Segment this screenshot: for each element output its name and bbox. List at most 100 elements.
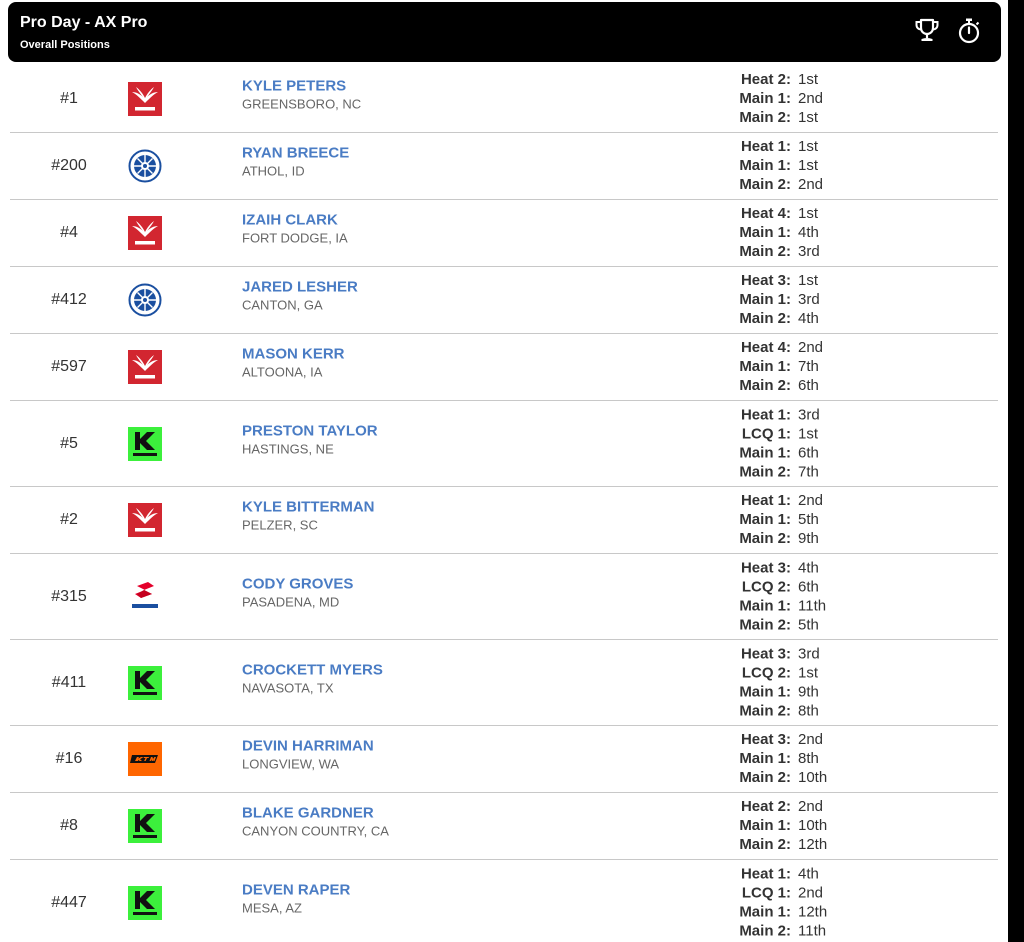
race-result-value: 2nd	[798, 884, 824, 902]
race-result: Main 1: 3rd	[700, 290, 960, 309]
race-result-label: Main 1:	[739, 817, 791, 835]
rider-name-link[interactable]: CROCKETT MYERS	[242, 661, 383, 679]
rider-name-link[interactable]: RYAN BREECE	[242, 144, 349, 162]
race-result-value: 3rd	[798, 645, 820, 663]
rider-info: DEVIN HARRIMAN LONGVIEW, WA	[242, 737, 374, 773]
table-row-12[interactable]: #447 DEVEN RAPER MESA, AZ Heat 1: 4th LCQ …	[10, 860, 998, 942]
race-result-value: 2nd	[798, 90, 824, 108]
race-result-label: Main 1:	[739, 903, 791, 921]
race-result-label: Main 1:	[739, 597, 791, 615]
race-result: Main 2: 12th	[700, 836, 960, 855]
table-row-4[interactable]: #412 JARED LESHER CANTON, GA Heat 3: 1st M…	[10, 267, 998, 334]
race-result: Main 2: 8th	[700, 702, 960, 721]
rider-name-link[interactable]: PRESTON TAYLOR	[242, 422, 378, 440]
results-list: #1 KYLE PETERS GREENSBORO, NC Heat 2: 1st…	[10, 66, 998, 942]
race-result-value: 2nd	[798, 798, 824, 816]
race-result-label: Main 2:	[739, 769, 791, 787]
race-result: Heat 1: 2nd	[700, 491, 960, 510]
race-result-value: 1st	[798, 109, 819, 127]
stopwatch-icon[interactable]	[955, 16, 983, 46]
race-result: Main 1: 6th	[700, 444, 960, 463]
rider-hometown: ALTOONA, IA	[242, 364, 323, 380]
rider-name-link[interactable]: DEVEN RAPER	[242, 881, 350, 899]
race-result-label: Heat 3:	[740, 645, 791, 663]
rider-name-link[interactable]: KYLE PETERS	[242, 77, 361, 95]
race-result-label: Main 2:	[739, 530, 791, 548]
race-result: Heat 3: 3rd	[700, 644, 960, 663]
race-result-label: Heat 1:	[740, 138, 791, 156]
rider-name-link[interactable]: BLAKE GARDNER	[242, 804, 389, 822]
race-result: Heat 3: 2nd	[700, 730, 960, 749]
rider-info: PRESTON TAYLOR HASTINGS, NE	[242, 422, 378, 458]
rider-name-link[interactable]: MASON KERR	[242, 345, 345, 363]
race-result: Main 1: 2nd	[700, 89, 960, 108]
rider-name-link[interactable]: KYLE BITTERMAN	[242, 498, 375, 516]
rider-info: CROCKETT MYERS NAVASOTA, TX	[242, 661, 383, 697]
table-row-5[interactable]: #597 MASON KERR ALTOONA, IA Heat 4: 2nd Ma…	[10, 334, 998, 401]
race-result-value: 1st	[798, 138, 819, 156]
rider-info: IZAIH CLARK FORT DODGE, IA	[242, 211, 348, 247]
rider-info: KYLE PETERS GREENSBORO, NC	[242, 77, 361, 113]
rider-hometown: CANYON COUNTRY, CA	[242, 823, 389, 839]
trophy-icon[interactable]	[913, 16, 941, 46]
race-result-label: Heat 1:	[740, 865, 791, 883]
rider-info: KYLE BITTERMAN PELZER, SC	[242, 498, 375, 534]
table-row-6[interactable]: #5 PRESTON TAYLOR HASTINGS, NE Heat 1: 3r…	[10, 401, 998, 487]
rider-name-link[interactable]: DEVIN HARRIMAN	[242, 737, 374, 755]
rider-name-link[interactable]: IZAIH CLARK	[242, 211, 348, 229]
race-result-label: Heat 1:	[740, 406, 791, 424]
race-result-label: Main 2:	[739, 310, 791, 328]
race-result-label: LCQ 1:	[741, 425, 791, 443]
race-result-value: 2nd	[798, 339, 824, 357]
race-result: Main 2: 4th	[700, 310, 960, 329]
results-page: Pro Day - AX Pro Overall Positions #1 KY…	[0, 0, 1024, 942]
rider-number: #412	[51, 291, 87, 308]
rider-name-link[interactable]: CODY GROVES	[242, 575, 353, 593]
race-result: Heat 4: 1st	[700, 204, 960, 223]
race-result-value: 9th	[798, 683, 819, 701]
table-row-1[interactable]: #1 KYLE PETERS GREENSBORO, NC Heat 2: 1st…	[10, 66, 998, 133]
table-row-7[interactable]: #2 KYLE BITTERMAN PELZER, SC Heat 1: 2nd M…	[10, 487, 998, 554]
race-result: Main 1: 12th	[700, 903, 960, 922]
table-row-9[interactable]: #411 CROCKETT MYERS NAVASOTA, TX Heat 3:…	[10, 640, 998, 726]
race-result-value: 6th	[798, 578, 819, 596]
table-row-3[interactable]: #4 IZAIH CLARK FORT DODGE, IA Heat 4: 1st…	[10, 200, 998, 267]
race-result-label: LCQ 2:	[741, 664, 791, 682]
table-row-8[interactable]: #315 CODY GROVES PASADENA, MD Heat 3: 4th…	[10, 554, 998, 640]
rider-number: #16	[55, 750, 83, 767]
rider-number: #411	[51, 673, 87, 691]
race-result-value: 3rd	[798, 406, 820, 424]
table-row-10[interactable]: #16 DEVIN HARRIMAN LONGVIEW, WA Heat 3: 2…	[10, 726, 998, 793]
race-result-label: Main 2:	[739, 377, 791, 395]
ktm-logo-icon	[128, 742, 162, 776]
rider-number: #200	[51, 157, 87, 174]
rider-hometown: CANTON, GA	[242, 297, 323, 313]
race-result-label: Main 1:	[739, 444, 791, 462]
kawasaki-logo-icon	[128, 885, 162, 920]
rider-info: DEVEN RAPER MESA, AZ	[242, 881, 350, 917]
race-result-value: 8th	[798, 702, 819, 720]
race-results: Heat 3: 2nd Main 1: 8th Main 2: 10th	[700, 730, 960, 788]
race-result-label: Main 2:	[739, 176, 791, 194]
race-result-value: 8th	[798, 750, 819, 768]
table-row-11[interactable]: #8 BLAKE GARDNER CANYON COUNTRY, CA Heat…	[10, 793, 998, 860]
race-result: Heat 1: 4th	[700, 864, 960, 883]
race-result: Heat 3: 4th	[700, 558, 960, 577]
page-title: Pro Day - AX Pro	[20, 14, 148, 31]
rider-hometown: FORT DODGE, IA	[242, 230, 348, 246]
race-result-value: 4th	[798, 224, 819, 242]
race-result: Main 2: 3rd	[700, 243, 960, 262]
rider-hometown: MESA, AZ	[242, 899, 302, 915]
rider-name-link[interactable]: JARED LESHER	[242, 278, 358, 296]
race-result-value: 4th	[798, 559, 819, 577]
race-result-value: 9th	[798, 530, 819, 548]
race-results: Heat 4: 2nd Main 1: 7th Main 2: 6th	[700, 338, 960, 396]
race-result-label: Heat 4:	[740, 205, 791, 223]
race-result-label: Heat 3:	[740, 559, 791, 577]
race-results: Heat 2: 1st Main 1: 2nd Main 2: 1st	[700, 70, 960, 128]
table-row-2[interactable]: #200 RYAN BREECE ATHOL, ID Heat 1: 1st Mai…	[10, 133, 998, 200]
scrollbar-track[interactable]	[1008, 0, 1024, 942]
kawasaki-logo-icon	[128, 665, 162, 700]
race-result: Heat 1: 3rd	[700, 405, 960, 424]
race-result: LCQ 2: 6th	[700, 577, 960, 596]
